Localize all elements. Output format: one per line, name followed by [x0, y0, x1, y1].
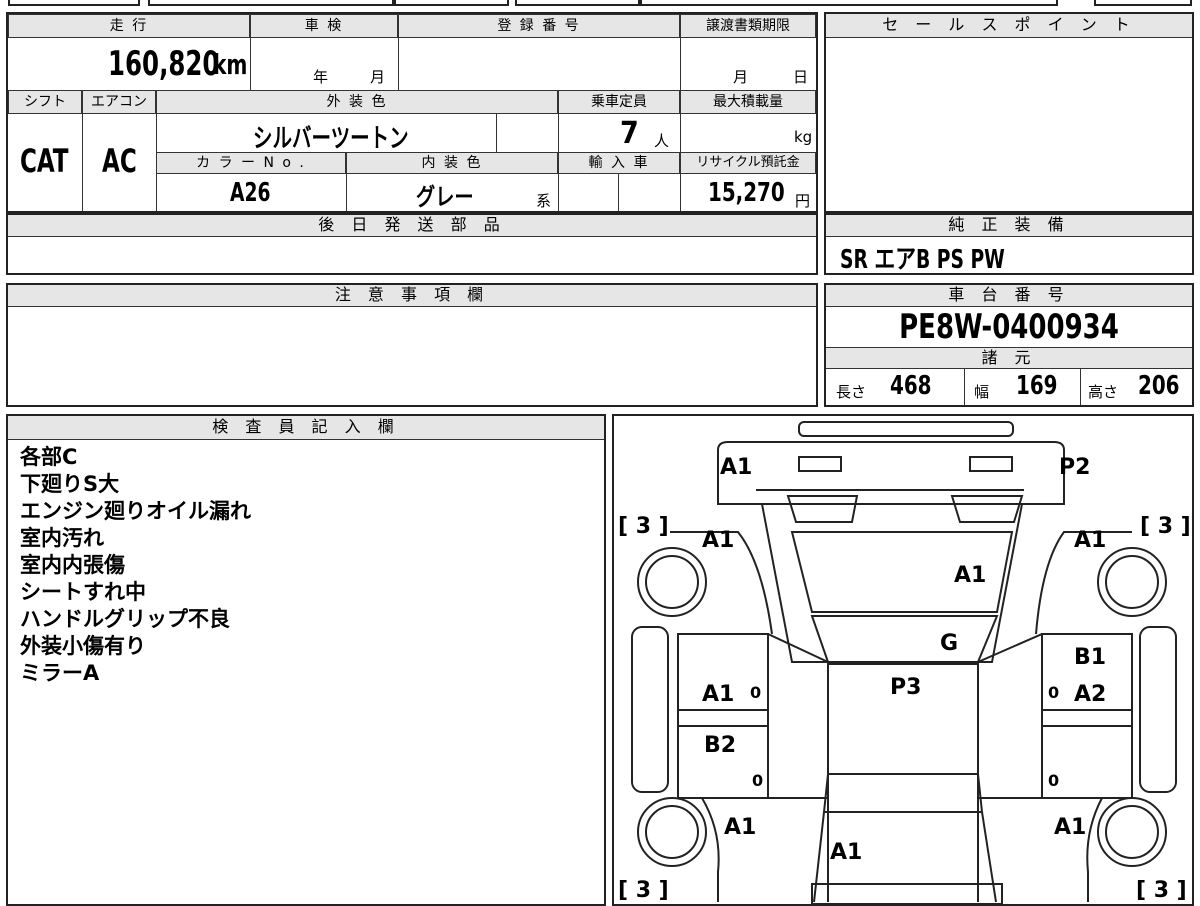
genuine-equipment-section: 純 正 装 備 SR エアB PS PW: [824, 213, 1194, 275]
inspector-note: 室内内張傷: [20, 553, 125, 577]
color-no-label: カ ラ ー N o .: [156, 152, 346, 174]
int-color-value: グレー: [416, 183, 474, 211]
top-strip-cell: [640, 0, 1058, 6]
inspector-note: 外装小傷有り: [20, 634, 146, 658]
vehicle-info-table: 走 行 車 検 登 録 番 号 譲渡書類期限 160,820 km 年 月 月 …: [6, 12, 818, 213]
inspector-section: 検 査 員 記 入 欄 各部C 下廻りS大 エンジン廻りオイル漏れ 室内汚れ 室…: [6, 414, 606, 906]
inspector-note: ハンドルグリップ不良: [20, 607, 230, 631]
height-value: 206: [1138, 371, 1180, 401]
shaken-month-unit: 月: [370, 68, 386, 86]
int-color-suffix: 系: [536, 192, 552, 210]
width-value: 169: [1016, 371, 1058, 401]
vehicle-diagram-section: A1 P2 [ 3 ] [ 3 ] [ 3 ] [ 3 ] A1 A1 A1 G…: [612, 414, 1194, 906]
length-label: 長さ: [836, 383, 867, 401]
label-roof: P3: [890, 675, 921, 700]
height-label: 高さ: [1088, 383, 1119, 401]
caution-label: 注 意 事 項 欄: [8, 285, 816, 307]
inspector-note: ミラーA: [20, 661, 100, 685]
equipment-value: SR エアB PS PW: [840, 245, 1005, 275]
ext-color-label: 外 装 色: [156, 90, 558, 114]
label-front-left: A1: [720, 455, 752, 480]
shaken-label: 車 検: [250, 14, 398, 38]
inspector-note: エンジン廻りオイル漏れ: [20, 499, 251, 523]
max-load-unit: kg: [794, 128, 813, 146]
mileage-label: 走 行: [8, 14, 250, 38]
label-zero: 0: [750, 683, 761, 702]
capacity-label: 乗車定員: [558, 90, 680, 114]
label-tire-rr: [ 3 ]: [1136, 878, 1187, 903]
specs-label: 諸 元: [826, 347, 1192, 369]
inspector-note: 下廻りS大: [20, 472, 120, 496]
chassis-specs-section: 車 台 番 号 PE8W-0400934 諸 元 長さ 468 幅 169 高さ…: [824, 283, 1194, 407]
color-no-value: A26: [230, 178, 271, 208]
label-fender-fl: A1: [702, 528, 734, 553]
top-strip-cell: [8, 0, 140, 6]
top-strip-cell: [1094, 0, 1192, 6]
label-front-door-r-top: B1: [1074, 645, 1106, 670]
recycle-unit: 円: [795, 192, 811, 210]
label-rear-fender-r: A1: [1054, 815, 1086, 840]
max-load-label: 最大積載量: [680, 90, 816, 114]
width-label: 幅: [974, 383, 990, 401]
sales-point-label: セ ー ル ス ポ イ ン ト: [826, 14, 1192, 38]
label-front-right: P2: [1059, 455, 1090, 480]
vehicle-diagram: A1 P2 [ 3 ] [ 3 ] [ 3 ] [ 3 ] A1 A1 A1 G…: [618, 421, 1191, 904]
label-zero: 0: [1048, 683, 1059, 702]
deadline-month-unit: 月: [733, 68, 749, 86]
inspector-note: 室内汚れ: [20, 526, 104, 550]
sales-point-section: セ ー ル ス ポ イ ン ト: [824, 12, 1194, 213]
shift-label: シフト: [8, 90, 82, 114]
label-tire-fl: [ 3 ]: [618, 514, 669, 539]
label-tire-fr: [ 3 ]: [1140, 514, 1191, 539]
genuine-equipment-label: 純 正 装 備: [826, 215, 1192, 237]
inspector-label: 検 査 員 記 入 欄: [8, 416, 604, 440]
shaken-year-unit: 年: [313, 68, 329, 86]
import-label: 輸 入 車: [558, 152, 680, 174]
transfer-deadline-label: 譲渡書類期限: [680, 14, 816, 38]
label-rear: A1: [830, 840, 862, 865]
label-rear-door-l: B2: [704, 733, 736, 758]
label-front-door-r: A2: [1074, 682, 1106, 707]
inspector-note: 各部C: [20, 445, 78, 469]
label-front-door-l: A1: [702, 682, 734, 707]
inspector-note: シートすれ中: [20, 580, 146, 604]
later-parts-section: 後 日 発 送 部 品: [6, 213, 818, 275]
ext-color-value: シルバーツートン: [253, 124, 409, 154]
int-color-label: 内 装 色: [346, 152, 558, 174]
mileage-unit: km: [213, 48, 248, 81]
chassis-no-label: 車 台 番 号: [826, 285, 1192, 307]
deadline-day-unit: 日: [793, 68, 809, 86]
label-zero: 0: [752, 771, 763, 790]
aircon-label: エアコン: [82, 90, 156, 114]
recycle-value: 15,270: [708, 178, 785, 208]
chassis-no-value: PE8W-0400934: [899, 307, 1119, 347]
length-value: 468: [890, 371, 932, 401]
label-rear-fender-l: A1: [724, 815, 756, 840]
mileage-value: 160,820: [108, 44, 220, 84]
recycle-label: リサイクル預託金: [680, 152, 816, 174]
caution-section: 注 意 事 項 欄: [6, 283, 818, 407]
top-strip-cell: [148, 0, 394, 6]
label-fender-fr: A1: [1074, 528, 1106, 553]
top-strip-cell: [515, 0, 640, 6]
shift-value: CAT: [20, 142, 69, 180]
later-parts-label: 後 日 発 送 部 品: [8, 215, 816, 237]
reg-no-label: 登 録 番 号: [398, 14, 680, 38]
top-strip-cell: [394, 0, 509, 6]
label-hood: A1: [954, 563, 986, 588]
label-zero: 0: [1048, 771, 1059, 790]
capacity-unit: 人: [654, 132, 670, 150]
label-windshield: G: [940, 631, 958, 656]
aircon-value: AC: [102, 142, 137, 180]
capacity-value: 7: [620, 116, 639, 151]
label-tire-rl: [ 3 ]: [618, 878, 669, 903]
